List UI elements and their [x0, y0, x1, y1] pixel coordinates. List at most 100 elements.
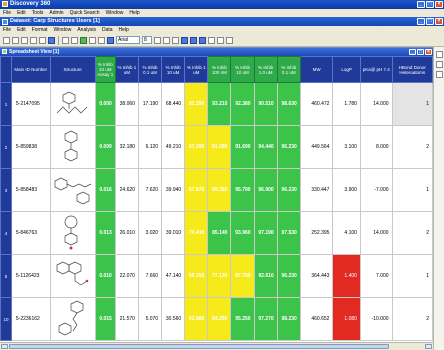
cell-hbd[interactable]: 2 — [391, 125, 433, 169]
cell-inhib-7[interactable]: 93.960 — [230, 211, 255, 255]
scroll-right-arrow-icon[interactable] — [425, 344, 432, 349]
dataset-close-button[interactable]: × — [435, 18, 443, 25]
col-header-hbd[interactable]: HBond Donor Heteroatoms — [391, 56, 433, 83]
cell-structure[interactable] — [49, 254, 96, 298]
cell-main-id[interactable]: 5-846763 — [10, 211, 51, 255]
cell-inhib-5[interactable]: 74.410 — [184, 211, 209, 255]
cell-inhib-1[interactable]: 0.015 — [94, 297, 116, 341]
menu-quick-search[interactable]: Quick Search — [70, 9, 100, 17]
cell-inhib-1[interactable]: 0.000 — [94, 82, 116, 126]
menu2-edit[interactable]: Edit — [17, 26, 26, 34]
cell-inhib-3[interactable]: 3.020 — [137, 211, 163, 255]
col-header-pka[interactable]: pKa@ pH 7.4 — [359, 56, 393, 83]
cell-inhib-9[interactable]: 96.230 — [276, 168, 301, 212]
cell-inhib-6[interactable]: 84.250 — [207, 297, 232, 341]
bold-icon[interactable] — [154, 36, 161, 44]
font-size-select[interactable]: 8 — [142, 36, 152, 44]
cell-inhib-9[interactable]: 97.530 — [276, 211, 301, 255]
col-header-structure[interactable]: Structure — [49, 56, 96, 83]
cell-inhib-8[interactable]: 96.900 — [253, 168, 278, 212]
cell-logp[interactable]: 1.780 — [332, 82, 361, 126]
cell-inhib-3[interactable]: 7.620 — [137, 168, 163, 212]
row-header[interactable]: 3 — [0, 168, 12, 212]
cell-inhib-5[interactable]: 82.290 — [184, 82, 209, 126]
paste-icon[interactable] — [39, 36, 46, 44]
cell-main-id[interactable]: 5-2236162 — [10, 297, 51, 341]
copy-icon[interactable] — [30, 36, 37, 44]
cell-inhib-5[interactable]: 57.290 — [184, 125, 209, 169]
menu2-format[interactable]: Format — [32, 26, 48, 34]
dataset-minimize-button[interactable]: _ — [417, 18, 425, 25]
cell-logp[interactable]: 3.100 — [332, 125, 361, 169]
sheet-maximize-button[interactable]: □ — [417, 48, 424, 55]
pane-layout-icon[interactable] — [436, 61, 443, 68]
cell-inhib-4[interactable]: 49.210 — [161, 125, 186, 169]
columns-icon[interactable] — [89, 36, 96, 44]
color-icon[interactable] — [208, 36, 215, 44]
cell-logp[interactable]: 4.100 — [332, 211, 361, 255]
cell-inhib-9[interactable]: 96.230 — [276, 125, 301, 169]
spreadsheet-grid[interactable]: Main ID Number Structure % Inhib 10 uM A… — [0, 56, 433, 342]
row-header[interactable]: 5 — [0, 254, 12, 298]
cell-pka[interactable]: 14.000 — [359, 211, 393, 255]
align-right-icon[interactable] — [199, 36, 206, 44]
col-header-inhib-7[interactable]: % Inhib 10 uM — [230, 56, 255, 83]
menu-window[interactable]: Window — [106, 9, 124, 17]
cell-inhib-2[interactable]: 22.070 — [114, 254, 139, 298]
cell-logp[interactable]: 1.400 — [332, 254, 361, 298]
col-header-inhib-1[interactable]: % Inhib 10 uM Assay 1 — [94, 56, 116, 83]
cell-inhib-7[interactable]: 92.380 — [230, 82, 255, 126]
cell-inhib-2[interactable]: 26.010 — [114, 211, 139, 255]
cell-inhib-9[interactable]: 98.630 — [276, 82, 301, 126]
cell-inhib-9[interactable]: 96.230 — [276, 254, 301, 298]
cell-inhib-6[interactable]: 93.210 — [207, 82, 232, 126]
cell-inhib-1[interactable]: 0.010 — [94, 254, 116, 298]
save-icon[interactable] — [3, 36, 10, 44]
cell-inhib-5[interactable]: 67.870 — [184, 168, 209, 212]
maximize-button[interactable]: □ — [426, 1, 434, 8]
cell-structure[interactable] — [49, 168, 96, 212]
cell-pka[interactable]: 14.000 — [359, 82, 393, 126]
cell-inhib-4[interactable]: 30.560 — [161, 297, 186, 341]
chart-icon[interactable] — [107, 36, 114, 44]
cell-mw[interactable]: 330.447 — [299, 168, 334, 212]
cell-inhib-6[interactable]: 81.090 — [207, 125, 232, 169]
cell-inhib-7[interactable]: 87.790 — [230, 254, 255, 298]
menu-file[interactable]: File — [3, 9, 11, 17]
cell-logp[interactable]: 3.900 — [332, 168, 361, 212]
col-header-inhib-4[interactable]: % Inhib 10 uM — [161, 56, 186, 83]
menu-admin[interactable]: Admin — [49, 9, 63, 17]
cell-inhib-7[interactable]: 95.250 — [230, 297, 255, 341]
cell-main-id[interactable]: 5-2147095 — [10, 82, 51, 126]
col-header-mw[interactable]: MW — [299, 56, 334, 83]
cell-inhib-8[interactable]: 90.510 — [253, 82, 278, 126]
cell-pka[interactable]: -7.000 — [359, 168, 393, 212]
menu-edit[interactable]: Edit — [17, 9, 26, 17]
table-row[interactable]: 3 5-858483 0.016 24.620 7.620 39.940 67.870 89.… — [0, 168, 433, 212]
cell-inhib-4[interactable]: 39.010 — [161, 211, 186, 255]
cell-inhib-8[interactable]: 97.270 — [253, 297, 278, 341]
refresh-icon[interactable] — [48, 36, 55, 44]
sheet-close-button[interactable]: × — [425, 48, 432, 55]
cell-inhib-8[interactable]: 92.610 — [253, 254, 278, 298]
align-center-icon[interactable] — [190, 36, 197, 44]
cell-inhib-4[interactable]: 47.140 — [161, 254, 186, 298]
table-row[interactable]: 1 5-2147095 0.000 38.060 17.190 68.440 82.290 9… — [0, 82, 433, 126]
cell-structure[interactable] — [49, 297, 96, 341]
cell-mw[interactable]: 449.564 — [299, 125, 334, 169]
col-header-inhib-6[interactable]: % Inhib 100 nM — [207, 56, 232, 83]
col-header-inhib-9[interactable]: % Inhib 0.1 uM — [276, 56, 301, 83]
row-header[interactable]: 2 — [0, 125, 12, 169]
grid-icon[interactable] — [80, 36, 87, 44]
row-header[interactable]: 4 — [0, 211, 12, 255]
cell-inhib-4[interactable]: 39.940 — [161, 168, 186, 212]
cell-main-id[interactable]: 5-859838 — [10, 125, 51, 169]
cell-inhib-8[interactable]: 94.440 — [253, 125, 278, 169]
cell-hbd[interactable]: 1 — [391, 254, 433, 298]
cell-inhib-5[interactable]: 62.580 — [184, 297, 209, 341]
col-header-inhib-8[interactable]: % Inhib 1.0 uM — [253, 56, 278, 83]
dataset-maximize-button[interactable]: □ — [426, 18, 434, 25]
row-header[interactable]: 10 — [0, 297, 12, 341]
cell-main-id[interactable]: 5-1126423 — [10, 254, 51, 298]
filter-icon[interactable] — [71, 36, 78, 44]
